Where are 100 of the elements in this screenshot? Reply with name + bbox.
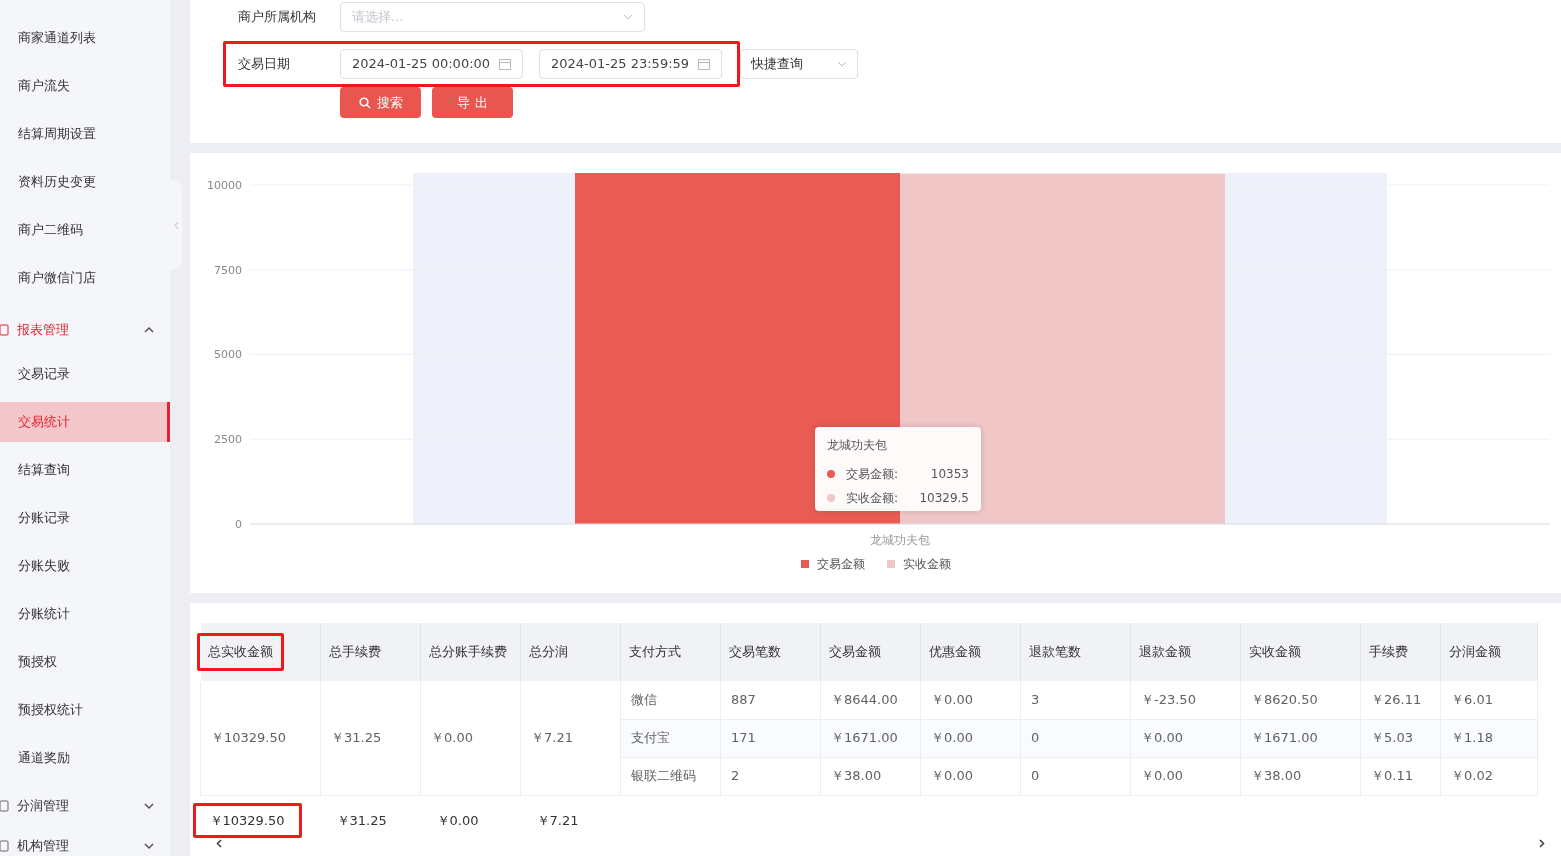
tooltip-label: 实收金额: (846, 490, 899, 507)
sidebar-item[interactable]: 交易记录 (0, 354, 170, 394)
scroll-left-icon[interactable] (216, 839, 222, 848)
table-cell: 887 (731, 692, 756, 707)
column-header: 分润金额 (1449, 643, 1502, 661)
legend-label: 交易金额 (816, 556, 865, 573)
sidebar-item[interactable]: 预授权 (0, 642, 170, 682)
table-cell: ￥31.25 (331, 730, 382, 745)
legend-label: 实收金额 (902, 556, 951, 573)
export-button[interactable]: 导 出 (432, 87, 513, 118)
table-cell: 2 (731, 768, 740, 784)
table-cell: 0 (1031, 730, 1040, 746)
table-cell: 3 (1031, 692, 1040, 707)
table-cell: ￥5.03 (1371, 730, 1413, 746)
sidebar-item[interactable]: 分账记录 (0, 498, 170, 538)
sidebar-item[interactable]: 结算查询 (0, 450, 170, 490)
table-cell: 171 (731, 730, 756, 746)
sidebar-item[interactable]: 分账统计 (0, 594, 170, 634)
column-header: 退款笔数 (1029, 643, 1082, 661)
table-cell: ￥0.00 (931, 730, 973, 746)
axis-tick-label: 5000 (214, 348, 242, 362)
sidebar-group[interactable]: 报表管理 (0, 310, 170, 350)
field-label: 商户所属机构 (238, 8, 317, 27)
table-cell: ￥1671.00 (1251, 730, 1318, 746)
tooltip-value: 10329.5 (919, 490, 969, 507)
column-header: 支付方式 (629, 643, 682, 661)
column-header: 总实收金额 (196, 633, 284, 671)
table-cell: ￥1671.00 (831, 730, 898, 746)
sidebar-item[interactable]: 商户二维码 (0, 210, 170, 250)
table-cell: ￥0.11 (1371, 768, 1413, 784)
chevron-down-icon (623, 14, 633, 20)
table-cell: ￥0.00 (431, 730, 473, 745)
table-cell: 支付宝 (631, 730, 670, 746)
table-cell: ￥26.11 (1371, 692, 1422, 707)
sidebar-item[interactable]: 商户流失 (0, 66, 170, 106)
chevron-down-icon (144, 843, 154, 849)
table-cell: ￥0.00 (1141, 730, 1183, 746)
table-cell: ￥38.00 (1251, 768, 1302, 784)
tooltip-value: 10353 (930, 466, 969, 483)
sidebar-item[interactable]: 资料历史变更 (0, 162, 170, 202)
tooltip-title: 龙城功夫包 (827, 437, 888, 454)
axis-tick-label: 0 (235, 518, 242, 531)
column-header: 实收金额 (1249, 643, 1302, 661)
table-cell: ￥8644.00 (831, 692, 898, 707)
column-header: 总手续费 (329, 643, 382, 661)
summary-cell-text: ￥7.21 (535, 812, 579, 828)
column-header: 总分账手续费 (429, 643, 508, 661)
axis-tick-label: 10000 (207, 178, 242, 192)
sidebar-item[interactable]: 通道奖励 (0, 738, 170, 778)
table-cell: ￥38.00 (831, 768, 882, 784)
column-header: 交易笔数 (729, 643, 782, 661)
column-header: 总分润 (529, 643, 569, 661)
menu-icon (0, 840, 10, 852)
field-label: 交易日期 (238, 55, 291, 74)
menu-icon (0, 800, 10, 812)
search-icon (358, 96, 371, 109)
chevron-down-icon (144, 803, 154, 809)
chevron-down-icon (837, 61, 847, 67)
chevron-up-icon (144, 327, 154, 333)
date-field[interactable]: 2024-01-25 23:59:59 (539, 49, 722, 79)
select-field[interactable]: 快捷查询 (740, 49, 858, 79)
table-cell: ￥7.21 (531, 730, 573, 745)
table-cell: ￥10329.50 (211, 730, 287, 745)
sidebar-item[interactable]: 结算周期设置 (0, 114, 170, 154)
table-cell: ￥0.00 (1141, 768, 1183, 784)
sidebar-item[interactable]: 分账失败 (0, 546, 170, 586)
sidebar-item[interactable]: 商家通道列表 (0, 18, 170, 58)
sidebar-item[interactable]: 商户微信门店 (0, 258, 170, 298)
table-cell: ￥8620.50 (1251, 692, 1318, 707)
chevron-left-icon (173, 220, 179, 230)
table-cell: 银联二维码 (631, 768, 696, 784)
sidebar-item[interactable]: 预授权统计 (0, 690, 170, 730)
column-header: 优惠金额 (929, 643, 982, 661)
summary-cell-text: ￥0.00 (435, 812, 479, 828)
date-field[interactable]: 2024-01-25 00:00:00 (340, 49, 523, 79)
column-header: 手续费 (1369, 643, 1409, 661)
axis-tick-label: 7500 (214, 263, 242, 277)
table-cell: ￥0.00 (931, 692, 973, 707)
calendar-icon (698, 58, 710, 70)
sidebar-group[interactable]: 机构管理 (0, 826, 170, 856)
tooltip-label: 交易金额: (846, 466, 899, 483)
calendar-icon (499, 58, 511, 70)
column-header: 退款金额 (1139, 643, 1192, 661)
table-cell: 微信 (631, 692, 657, 707)
table-cell: 0 (1031, 768, 1040, 784)
search-button[interactable]: 搜索 (340, 87, 421, 118)
scroll-right-icon[interactable] (1539, 839, 1545, 848)
summary-cell: ￥10329.50 (192, 802, 302, 838)
table-cell: ￥0.00 (931, 768, 973, 784)
summary-cell-text: ￥31.25 (335, 812, 387, 828)
axis-category-label: 龙城功夫包 (870, 533, 930, 547)
menu-icon (0, 324, 10, 336)
collapse-handle[interactable] (170, 180, 182, 270)
table-cell: ￥6.01 (1451, 692, 1493, 707)
column-header: 交易金额 (829, 643, 882, 661)
table-cell: ￥1.18 (1451, 730, 1493, 746)
axis-tick-label: 2500 (214, 433, 242, 447)
table-cell: ￥0.02 (1451, 768, 1493, 784)
table-cell: ￥-23.50 (1141, 692, 1196, 707)
sidebar-group[interactable]: 分润管理 (0, 786, 170, 826)
